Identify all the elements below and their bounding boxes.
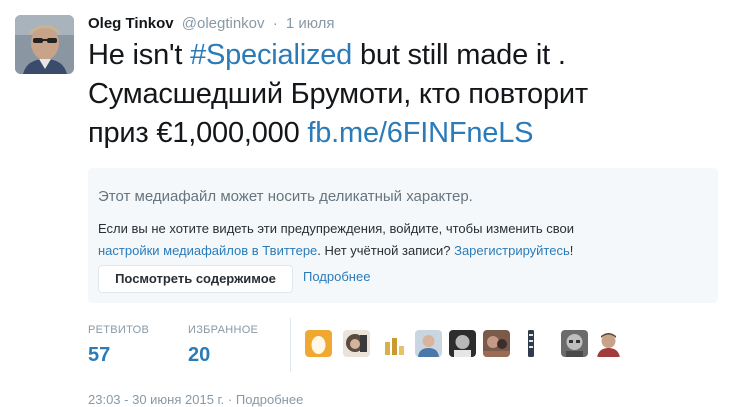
tweet-text: He isn't #Specialized but still made it …: [88, 36, 718, 153]
footer-separator: ·: [227, 392, 233, 407]
favorites-stat[interactable]: ИЗБРАННОЕ 20: [188, 324, 258, 367]
author-name[interactable]: Oleg Tinkov: [88, 15, 174, 32]
author-avatar[interactable]: [15, 15, 74, 74]
user-avatar[interactable]: [383, 330, 405, 357]
user-avatar[interactable]: [483, 330, 510, 357]
user-photo: [561, 330, 588, 357]
media-settings-link[interactable]: настройки медиафайлов в Твиттере: [98, 243, 317, 258]
sensitive-media-warning: Этот медиафайл может носить деликатный х…: [88, 168, 718, 303]
learn-more-link[interactable]: Подробнее: [303, 269, 370, 284]
warning-title: Этот медиафайл может носить деликатный х…: [98, 188, 473, 205]
show-media-button[interactable]: Посмотреть содержимое: [98, 265, 293, 293]
user-avatar[interactable]: [343, 330, 370, 357]
author-photo: [15, 15, 74, 74]
user-photo: [526, 330, 536, 357]
details-link[interactable]: Подробнее: [236, 392, 303, 407]
header-separator: ·: [272, 15, 278, 32]
stats-divider: [290, 318, 291, 372]
favorites-label: ИЗБРАННОЕ: [188, 324, 259, 336]
warning-body-line-2: настройки медиафайлов в Твиттере. Нет уч…: [98, 240, 713, 262]
tweet-text-line-1: He isn't #Specialized but still made it …: [88, 36, 718, 75]
retweets-label: РЕТВИТОВ: [88, 324, 150, 336]
user-avatar[interactable]: [305, 330, 332, 357]
warning-body: Если вы не хотите видеть эти предупрежде…: [98, 218, 713, 262]
tweet-header: Oleg Tinkov @olegtinkov · 1 июля: [88, 15, 335, 32]
warning-body-text: . Нет учётной записи?: [317, 243, 455, 258]
user-avatar[interactable]: [449, 330, 476, 357]
tweet-timestamp[interactable]: 23:03 - 30 июня 2015 г.: [88, 392, 224, 407]
user-avatar[interactable]: [595, 330, 622, 357]
user-avatar[interactable]: [561, 330, 588, 357]
tweet-text-part: He isn't: [88, 39, 191, 71]
retweets-stat[interactable]: РЕТВИТОВ 57: [88, 324, 149, 367]
user-photo: [343, 330, 370, 357]
tweet-text-part: but still made it .: [352, 39, 566, 71]
favorites-count: 20: [188, 344, 211, 366]
retweets-count: 57: [88, 344, 111, 366]
user-photo: [483, 330, 510, 357]
user-photo: [449, 330, 476, 357]
external-link[interactable]: fb.me/6FINFneLS: [307, 117, 533, 149]
warning-body-text: !: [569, 243, 574, 258]
tweet-text-line-2: Сумасшедший Брумоти, кто повторит: [88, 78, 588, 110]
tweet-text-line-3: приз €1,000,000 fb.me/6FINFneLS: [88, 114, 718, 153]
user-avatar[interactable]: [415, 330, 442, 357]
register-link[interactable]: Зарегистрируйтесь: [454, 243, 570, 258]
user-photo: [415, 330, 442, 357]
tweet-text-part: приз €1,000,000: [88, 117, 308, 149]
tweet-footer: 23:03 - 30 июня 2015 г. · Подробнее: [88, 392, 303, 407]
tweet-date-link[interactable]: 1 июля: [286, 15, 335, 32]
egg-avatar-icon: [305, 330, 332, 357]
warning-body-line-1: Если вы не хотите видеть эти предупрежде…: [98, 221, 574, 236]
hashtag-link[interactable]: #Specialized: [190, 39, 352, 71]
user-photo: [383, 330, 405, 357]
tweet-stats: РЕТВИТОВ 57 ИЗБРАННОЕ 20: [88, 318, 718, 378]
user-avatar[interactable]: [526, 330, 536, 357]
user-photo: [595, 330, 622, 357]
author-handle[interactable]: @olegtinkov: [182, 15, 265, 32]
